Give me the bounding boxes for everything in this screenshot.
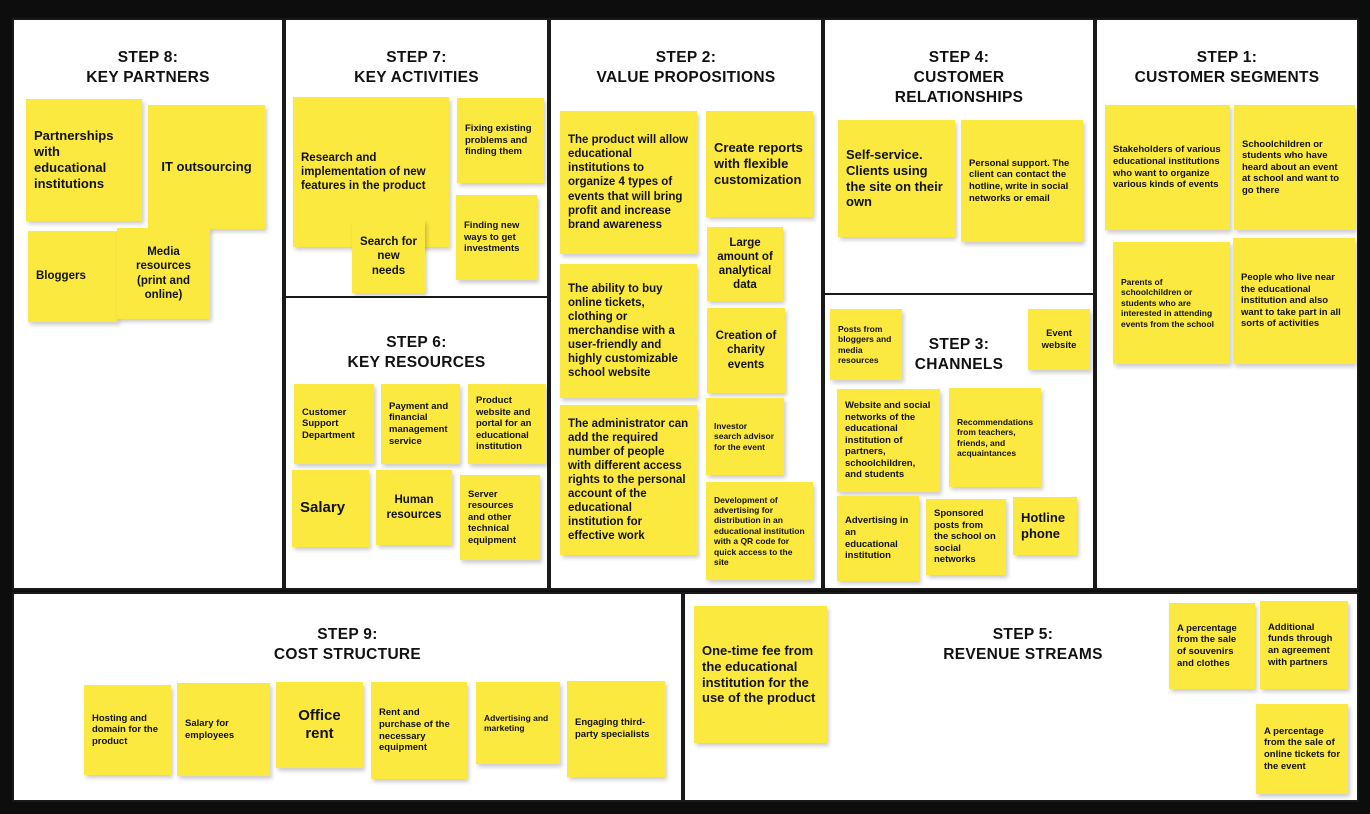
note-step8-2[interactable]: Bloggers: [28, 231, 118, 322]
panel-title-step2: STEP 2: VALUE PROPOSITIONS: [596, 49, 776, 86]
note-step2-4[interactable]: Creation of charity events: [707, 308, 785, 393]
note-step7-1[interactable]: Fixing existing problems and finding the…: [457, 98, 544, 183]
note-step2-7[interactable]: Development of advertising for distribut…: [706, 482, 813, 580]
note-step6-3[interactable]: Salary: [292, 470, 369, 547]
note-step5-0[interactable]: One-time fee from the educational instit…: [694, 606, 827, 743]
note-step3-4[interactable]: Advertising in an educational institutio…: [837, 496, 919, 581]
note-step1-3[interactable]: People who live near the educational ins…: [1233, 238, 1355, 364]
note-step6-4[interactable]: Human resources: [376, 470, 452, 545]
note-step1-2[interactable]: Parents of schoolchildren or students wh…: [1113, 242, 1230, 364]
note-step6-0[interactable]: Customer Support Department: [294, 384, 374, 464]
note-step4-0[interactable]: Self-service. Clients using the site on …: [838, 120, 955, 237]
panel-step8-key-partners: STEP 8: KEY PARTNERS Partnerships with e…: [12, 18, 284, 590]
note-step2-3[interactable]: The ability to buy online tickets, cloth…: [560, 264, 697, 398]
panel-step5-revenue-streams: STEP 5: REVENUE STREAMS One-time fee fro…: [683, 592, 1359, 802]
note-step6-1[interactable]: Payment and financial management service: [381, 384, 460, 464]
note-step3-0[interactable]: Posts from bloggers and media resources: [830, 309, 902, 380]
panel-step1-customer-segments: STEP 1: CUSTOMER SEGMENTS Stakeholders o…: [1095, 18, 1359, 590]
note-step4-1[interactable]: Personal support. The client can contact…: [961, 120, 1083, 242]
panel-step2-value-propositions: STEP 2: VALUE PROPOSITIONS The product w…: [549, 18, 823, 590]
note-step6-2[interactable]: Product website and portal for an educat…: [468, 384, 546, 464]
note-step3-2[interactable]: Website and social networks of the educa…: [837, 389, 940, 492]
note-step3-1[interactable]: Event website: [1028, 309, 1090, 370]
note-step3-5[interactable]: Sponsored posts from the school on socia…: [926, 499, 1006, 575]
panel-step7-key-activities: STEP 7: KEY ACTIVITIES Research and impl…: [284, 18, 549, 298]
note-step8-3[interactable]: Media resources (print and online): [117, 228, 210, 319]
note-step2-1[interactable]: Create reports with flexible customizati…: [706, 111, 813, 217]
note-step9-3[interactable]: Rent and purchase of the necessary equip…: [371, 682, 467, 779]
note-step5-3[interactable]: A percentage from the sale of online tic…: [1256, 704, 1348, 794]
note-step2-2[interactable]: Large amount of analytical data: [707, 227, 783, 301]
panel-title-step9: STEP 9: COST STRUCTURE: [273, 626, 422, 663]
panel-title-step6: STEP 6: KEY RESOURCES: [347, 334, 486, 371]
note-step7-3[interactable]: Finding new ways to get investments: [456, 195, 537, 280]
note-step9-0[interactable]: Hosting and domain for the product: [84, 685, 171, 775]
business-model-canvas: STEP 8: KEY PARTNERS Partnerships with e…: [0, 0, 1370, 814]
note-step1-1[interactable]: Schoolchildren or students who have hear…: [1234, 105, 1355, 230]
note-step2-6[interactable]: Investor search advisor for the event: [706, 398, 784, 475]
note-step8-0[interactable]: Partnerships with educational institutio…: [26, 99, 142, 221]
note-step2-5[interactable]: The administrator can add the required n…: [560, 405, 697, 555]
note-step2-0[interactable]: The product will allow educational insti…: [560, 111, 697, 254]
panel-step9-cost-structure: STEP 9: COST STRUCTURE Hosting and domai…: [12, 592, 683, 802]
note-step8-1[interactable]: IT outsourcing: [148, 105, 265, 229]
panel-step3-channels: STEP 3: CHANNELS Posts from bloggers and…: [823, 295, 1095, 590]
note-step9-2[interactable]: Office rent: [276, 682, 363, 768]
note-step9-4[interactable]: Advertising and marketing: [476, 682, 560, 764]
note-step5-2[interactable]: Additional funds through an agreement wi…: [1260, 601, 1348, 689]
note-step5-1[interactable]: A percentage from the sale of souvenirs …: [1169, 603, 1255, 689]
panel-title-step1: STEP 1: CUSTOMER SEGMENTS: [1134, 49, 1320, 86]
note-step7-2[interactable]: Search for new needs: [352, 220, 425, 293]
panel-title-step4: STEP 4: CUSTOMER RELATIONSHIPS: [894, 49, 1024, 106]
panel-title-step7: STEP 7: KEY ACTIVITIES: [354, 49, 479, 86]
note-step6-5[interactable]: Server resources and other technical equ…: [460, 475, 540, 560]
note-step3-6[interactable]: Hotline phone: [1013, 497, 1077, 555]
note-step3-3[interactable]: Recommendations from teachers, friends, …: [949, 388, 1041, 487]
note-step9-5[interactable]: Engaging third-party specialists: [567, 681, 665, 777]
panel-step4-customer-relationships: STEP 4: CUSTOMER RELATIONSHIPS Self-serv…: [823, 18, 1095, 295]
note-step1-0[interactable]: Stakeholders of various educational inst…: [1105, 105, 1230, 230]
panel-step6-key-resources: STEP 6: KEY RESOURCES Customer Support D…: [284, 298, 549, 590]
panel-title-step8: STEP 8: KEY PARTNERS: [86, 49, 210, 86]
note-step9-1[interactable]: Salary for employees: [177, 683, 270, 776]
